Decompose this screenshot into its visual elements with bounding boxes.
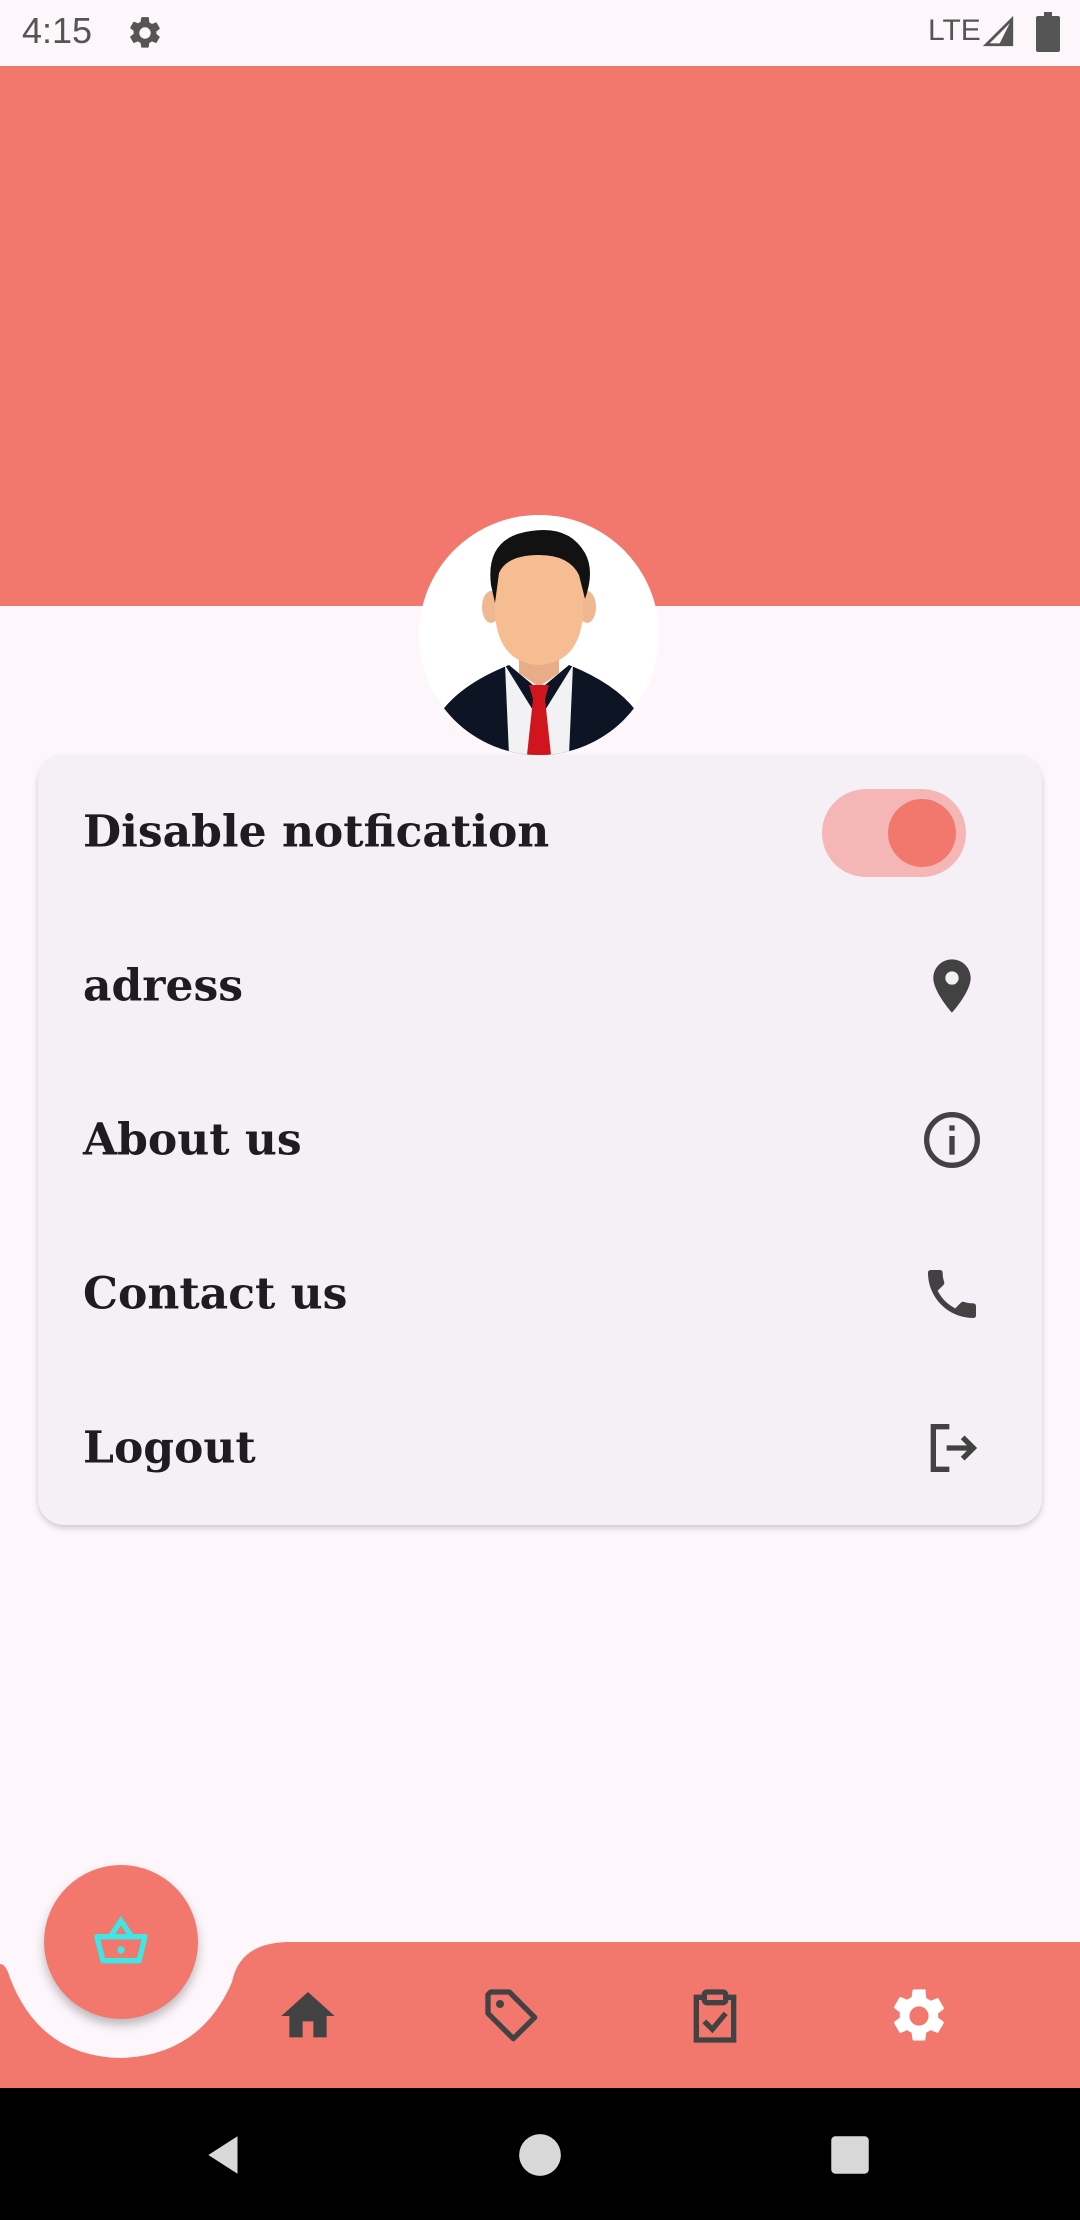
status-time: 4:15 bbox=[22, 10, 93, 51]
nav-offers[interactable] bbox=[480, 1984, 544, 2048]
setting-label: Contact us bbox=[83, 1268, 348, 1320]
gear-icon bbox=[894, 1989, 944, 2041]
back-icon bbox=[208, 2136, 238, 2174]
nav-orders[interactable] bbox=[683, 1984, 747, 2048]
network-label: LTE bbox=[928, 14, 981, 47]
tag-icon bbox=[485, 1989, 538, 2042]
setting-row-disable-notification[interactable]: Disable notfication bbox=[38, 755, 1042, 909]
setting-label: Logout bbox=[83, 1422, 256, 1474]
info-icon bbox=[920, 1108, 984, 1172]
recents-icon bbox=[831, 2136, 869, 2174]
recents-button[interactable] bbox=[825, 2130, 875, 2180]
logout-icon bbox=[920, 1416, 984, 1480]
setting-row-logout[interactable]: Logout bbox=[38, 1371, 1042, 1525]
settings-card: Disable notfication adress About us Cont… bbox=[38, 755, 1042, 1525]
nav-home[interactable] bbox=[276, 1984, 340, 2048]
setting-row-about-us[interactable]: About us bbox=[38, 1063, 1042, 1217]
toggle-knob bbox=[888, 799, 956, 867]
notification-toggle[interactable] bbox=[822, 789, 966, 877]
signal-icon bbox=[982, 14, 1016, 50]
setting-row-contact-us[interactable]: Contact us bbox=[38, 1217, 1042, 1371]
phone-icon bbox=[920, 1262, 984, 1326]
setting-label: About us bbox=[83, 1114, 302, 1166]
home-icon bbox=[281, 1992, 335, 2038]
cart-fab-button[interactable] bbox=[44, 1865, 198, 2019]
battery-icon bbox=[1036, 12, 1060, 52]
location-pin-icon bbox=[920, 954, 984, 1018]
basket-icon bbox=[94, 1915, 148, 1964]
status-bar: 4:15 LTE bbox=[0, 0, 1080, 66]
setting-label: Disable notfication bbox=[83, 806, 550, 858]
gear-icon bbox=[126, 14, 164, 52]
setting-label: adress bbox=[83, 960, 243, 1012]
setting-row-adress[interactable]: adress bbox=[38, 909, 1042, 1063]
avatar bbox=[419, 515, 659, 755]
clipboard-check-icon bbox=[693, 1989, 737, 2043]
nav-settings[interactable] bbox=[887, 1984, 951, 2048]
system-navigation-bar bbox=[0, 2088, 1080, 2220]
home-circle-icon bbox=[519, 2134, 561, 2176]
home-button[interactable] bbox=[515, 2130, 565, 2180]
back-button[interactable] bbox=[200, 2130, 250, 2180]
